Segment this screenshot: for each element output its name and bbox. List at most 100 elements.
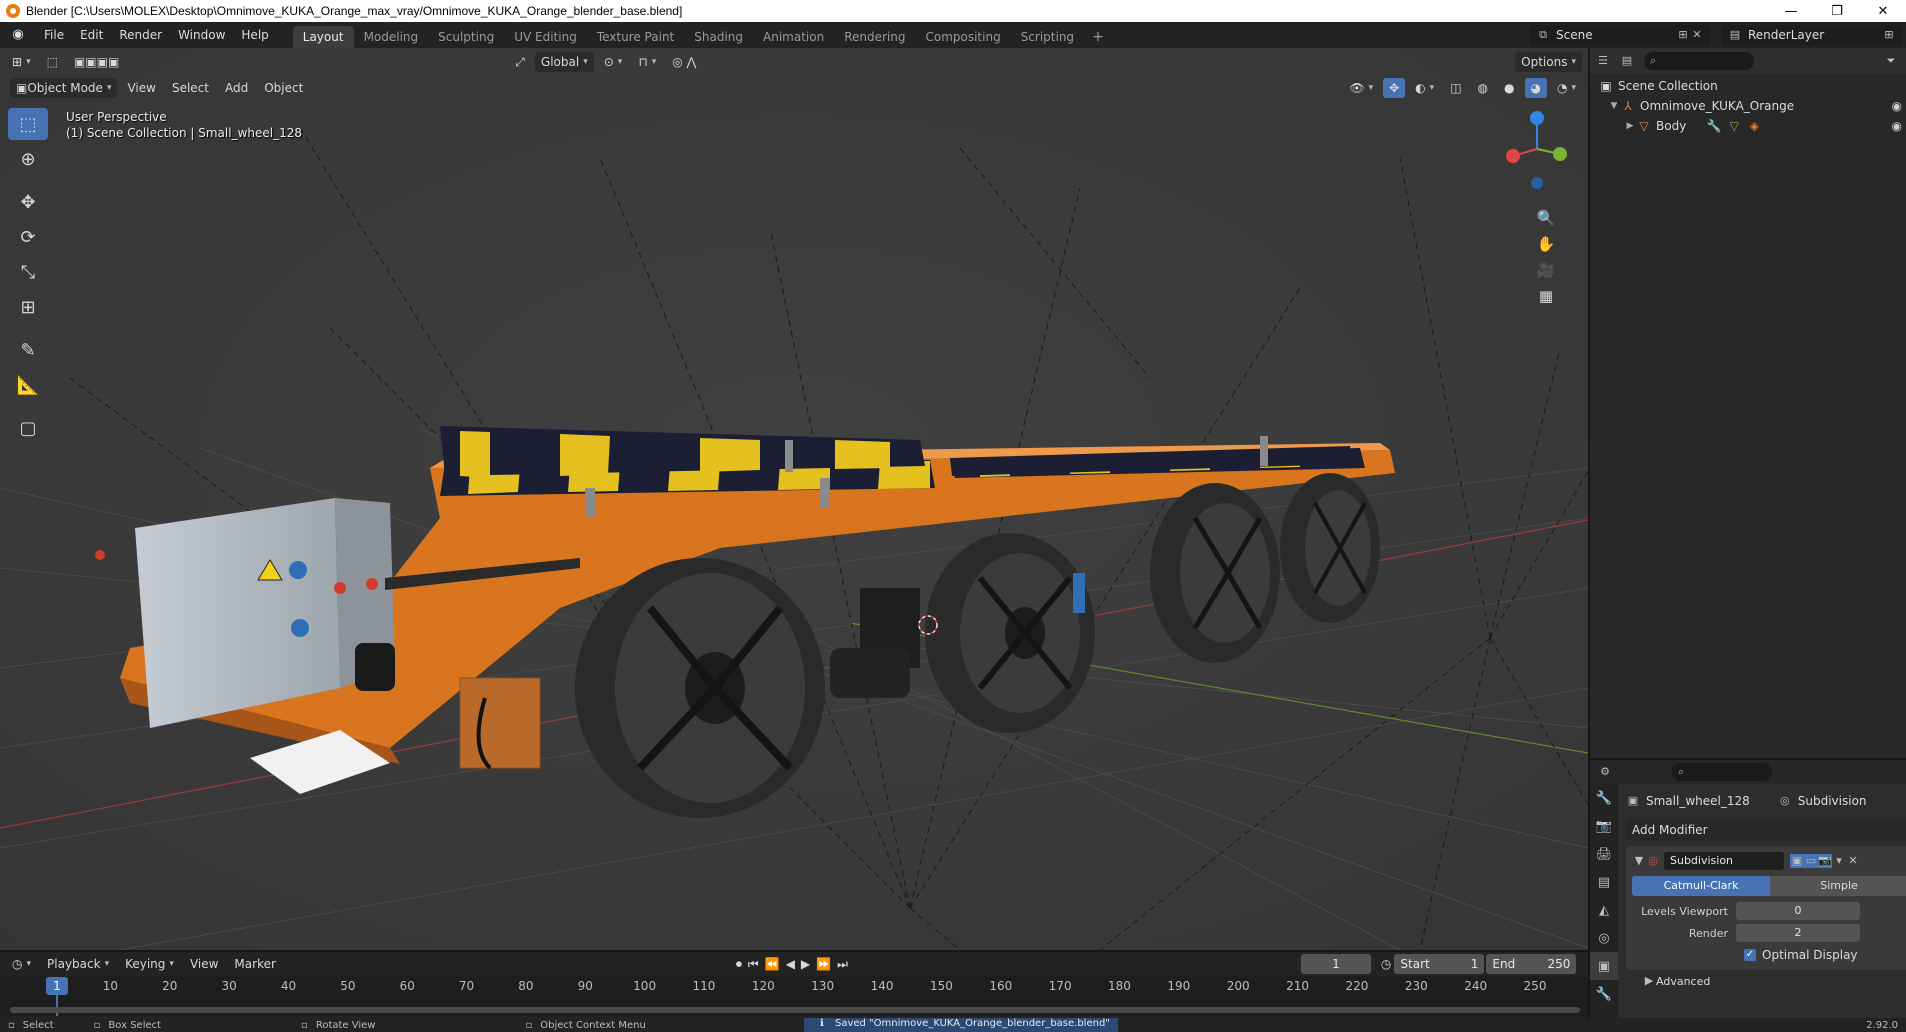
menu-render[interactable]: Render	[111, 22, 170, 48]
tab-animation[interactable]: Animation	[753, 26, 834, 48]
tab-shading[interactable]: Shading	[684, 26, 753, 48]
minimize-button[interactable]: —	[1768, 0, 1814, 22]
outliner-editor-type-icon[interactable]: ☰	[1596, 54, 1610, 68]
ortho-grid-icon[interactable]: ▦	[1534, 284, 1558, 308]
jump-keyframe-back-icon[interactable]: ⏪	[765, 957, 780, 971]
catmull-clark-option[interactable]: Catmull-Clark	[1632, 876, 1770, 896]
shading-material-icon[interactable]: ◕	[1524, 78, 1547, 98]
timeline-scrollbar[interactable]	[10, 1007, 1580, 1013]
modifier-menu-icon[interactable]: ▾	[1832, 854, 1846, 868]
restore-button[interactable]: ❐	[1814, 0, 1860, 22]
render-toggle-icon[interactable]: 📷	[1818, 854, 1832, 868]
modifier-name-field[interactable]: Subdivision	[1664, 852, 1784, 870]
tool-tab-icon[interactable]: 🔧	[1590, 784, 1618, 812]
view-layer-tab-icon[interactable]: ▤	[1590, 868, 1618, 896]
world-tab-icon[interactable]: ◎	[1590, 924, 1618, 952]
output-tab-icon[interactable]: 🖨	[1590, 840, 1618, 868]
visibility-eye-icon[interactable]: ◉	[1892, 119, 1902, 133]
move-tool-icon[interactable]: ✥	[8, 186, 48, 218]
add-workspace-icon[interactable]: +	[1084, 26, 1112, 48]
snap-icon[interactable]: ⊓ ▾	[632, 52, 662, 72]
add-modifier-dropdown[interactable]: Add Modifier	[1626, 820, 1906, 840]
menu-help[interactable]: Help	[233, 22, 276, 48]
optimal-display-checkbox[interactable]: ✓	[1744, 949, 1756, 961]
expand-arrow-icon[interactable]: ▼	[1608, 101, 1620, 111]
object-tab-icon[interactable]: ▣	[1590, 952, 1618, 980]
overlay-toggle-icon[interactable]: ◐ ▾	[1409, 78, 1440, 98]
outliner-row-body[interactable]: ▶ ▽ Body 🔧 ▽ ◈ ◉	[1590, 116, 1906, 136]
zoom-icon[interactable]: 🔍	[1534, 206, 1558, 230]
tab-scripting[interactable]: Scripting	[1011, 26, 1084, 48]
delete-scene-icon[interactable]: ✕	[1690, 28, 1704, 42]
tab-compositing[interactable]: Compositing	[915, 26, 1010, 48]
play-reverse-icon[interactable]: ◀	[786, 957, 795, 971]
gizmo-toggle-icon[interactable]: ✥	[1383, 78, 1406, 98]
close-window-button[interactable]: ✕	[1860, 0, 1906, 22]
viewport-scene[interactable]	[0, 48, 1588, 950]
record-button-icon[interactable]: ⏺	[736, 957, 742, 972]
levels-viewport-field[interactable]: 0	[1736, 902, 1860, 920]
new-view-layer-icon[interactable]: ⊞	[1882, 28, 1896, 42]
visibility-eye-icon[interactable]: ◉	[1892, 99, 1902, 113]
end-frame-field[interactable]: End 250	[1486, 954, 1577, 974]
menu-edit[interactable]: Edit	[72, 22, 111, 48]
outliner-row-scene-collection[interactable]: ▣ Scene Collection	[1590, 76, 1906, 96]
display-mode-icon[interactable]: ▤	[1620, 54, 1634, 68]
jump-start-icon[interactable]: ⏮	[748, 957, 759, 972]
transform-orientation-dropdown[interactable]: Global ▾	[534, 52, 594, 72]
editor-type-icon[interactable]: ⊞ ▾	[6, 52, 37, 72]
render-levels-field[interactable]: 2	[1736, 924, 1860, 942]
menu-file[interactable]: File	[36, 22, 72, 48]
proportional-edit-icon[interactable]: ◎ ⋀	[666, 52, 702, 72]
viewport-menu-object[interactable]: Object	[258, 78, 309, 98]
properties-search-input[interactable]: ⌕	[1672, 763, 1772, 781]
add-cube-tool-icon[interactable]: ▢	[8, 412, 48, 444]
shading-wireframe-icon[interactable]: ◍	[1472, 78, 1494, 98]
tab-uv-editing[interactable]: UV Editing	[504, 26, 587, 48]
view-layer-selector[interactable]: ▤ RenderLayer ⊞	[1722, 25, 1902, 45]
tab-rendering[interactable]: Rendering	[834, 26, 915, 48]
visibility-icon[interactable]: 👁 ▾	[1343, 78, 1379, 98]
timeline-ruler[interactable]: 1 10 20 30 40 50 60 70 80 90 100 110 120 130 140 150 160…	[0, 976, 1588, 1016]
viewport-menu-view[interactable]: View	[121, 78, 161, 98]
outliner-search-input[interactable]: ⌕	[1644, 52, 1754, 70]
3d-viewport[interactable]: ⊞ ▾ ⬚ ▣▣▣▣ ⤢ Global ▾ ⊙ ▾ ⊓ ▾ ◎ ⋀ Options ▾ ▣…	[0, 48, 1588, 950]
remove-modifier-icon[interactable]: ✕	[1846, 854, 1860, 868]
tab-modeling[interactable]: Modeling	[354, 26, 429, 48]
jump-end-icon[interactable]: ⏭	[837, 957, 848, 972]
render-tab-icon[interactable]: 📷	[1590, 812, 1618, 840]
jump-keyframe-forward-icon[interactable]: ⏩	[816, 957, 831, 971]
outliner-row-omnimove[interactable]: ▼ ⅄ Omnimove_KUKA_Orange ◉	[1590, 96, 1906, 116]
timeline-menu-keying[interactable]: Keying ▾	[119, 954, 180, 974]
new-scene-icon[interactable]: ⊞	[1676, 28, 1690, 42]
edit-mode-toggle-icon[interactable]: ▣	[1790, 854, 1804, 868]
object-mode-dropdown[interactable]: ▣ Object Mode ▾	[10, 78, 118, 98]
annotate-tool-icon[interactable]: ✎	[8, 334, 48, 366]
scene-tab-icon[interactable]: ◭	[1590, 896, 1618, 924]
blender-logo-icon[interactable]: ◉	[10, 27, 26, 43]
shading-solid-icon[interactable]: ●	[1498, 78, 1520, 98]
collapse-arrow-icon[interactable]: ▶	[1624, 121, 1636, 131]
viewport-toggle-icon[interactable]: ▭	[1804, 854, 1818, 868]
camera-view-icon[interactable]: 🎥	[1534, 258, 1558, 282]
tab-sculpting[interactable]: Sculpting	[428, 26, 504, 48]
scale-tool-icon[interactable]: ⤡	[8, 256, 48, 288]
selection-modes[interactable]: ▣▣▣▣	[68, 52, 125, 72]
timeline-editor-type-icon[interactable]: ◷ ▾	[6, 954, 37, 974]
timeline-menu-marker[interactable]: Marker	[228, 954, 281, 974]
menu-window[interactable]: Window	[170, 22, 233, 48]
pivot-point-icon[interactable]: ⊙ ▾	[598, 52, 629, 72]
scene-selector[interactable]: ⧉ Scene ⊞ ✕	[1530, 25, 1710, 45]
tab-layout[interactable]: Layout	[292, 26, 354, 48]
play-icon[interactable]: ▶	[801, 957, 810, 971]
panel-collapse-icon[interactable]: ▼	[1632, 854, 1646, 868]
start-frame-field[interactable]: Start 1	[1394, 954, 1485, 974]
rotate-tool-icon[interactable]: ⟳	[8, 221, 48, 253]
cursor-tool-icon[interactable]: ⊕	[8, 143, 48, 175]
tab-texture-paint[interactable]: Texture Paint	[587, 26, 684, 48]
timeline-menu-view[interactable]: View	[184, 954, 224, 974]
viewport-menu-select[interactable]: Select	[166, 78, 215, 98]
modifier-tab-icon[interactable]: 🔧	[1590, 980, 1618, 1008]
measure-tool-icon[interactable]: 📐	[8, 369, 48, 401]
filter-icon[interactable]: ⏷	[1884, 54, 1898, 68]
